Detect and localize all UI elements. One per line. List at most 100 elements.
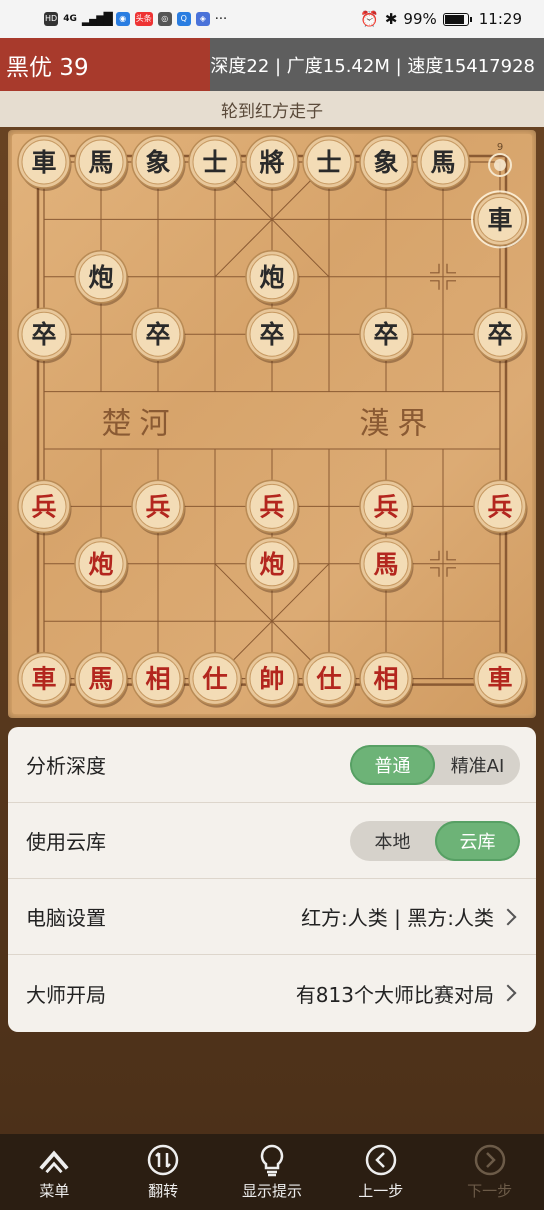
red-piece[interactable]: 車 [473,651,528,708]
computer-settings-row[interactable]: 电脑设置 红方:人类 | 黑方:人类 [8,879,536,955]
next-move-button[interactable]: 下一步 [436,1134,544,1210]
red-piece-label: 馬 [373,550,398,579]
red-piece[interactable]: 馬 [74,651,129,708]
evaluation-score: 黑优 39 [0,38,211,91]
chevron-right-icon [499,984,517,1002]
app-icon: ◈ [195,12,210,26]
computer-settings-text: 红方:人类 | 黑方:人类 [301,906,494,930]
red-piece-label: 相 [145,665,170,694]
black-piece[interactable]: 卒 [473,307,528,364]
previous-move-button[interactable]: 上一步 [327,1134,435,1210]
computer-settings-value: 红方:人类 | 黑方:人类 [301,902,520,931]
analysis-depth-toggle[interactable]: 普通 精准AI [350,744,520,785]
red-piece[interactable]: 馬 [359,537,414,593]
red-piece-label: 兵 [373,492,398,521]
red-piece[interactable]: 兵 [473,479,528,536]
red-piece[interactable]: 車 [17,651,72,708]
red-piece[interactable]: 相 [131,651,186,708]
analysis-depth-label: 分析深度 [26,754,106,778]
hd-icon: HD [44,12,59,26]
chevron-right-icon [499,908,517,925]
more-dots-icon: ··· [214,11,228,27]
battery-icon [442,12,472,26]
red-piece[interactable]: 兵 [245,479,300,536]
menu-button[interactable]: 菜单 [0,1134,108,1210]
black-piece-label: 士 [316,148,341,177]
xiangqi-board[interactable]: 楚河 漢界 9 車馬象士將士象馬車炮炮卒卒卒卒卒兵兵兵兵兵炮炮馬車馬相仕帥仕相車 [8,130,536,718]
black-piece[interactable]: 卒 [17,307,72,364]
cloud-db-toggle[interactable]: 本地 云库 [350,820,520,861]
db-option-local[interactable]: 本地 [350,821,435,861]
red-piece-label: 車 [487,665,512,694]
red-piece[interactable]: 炮 [245,537,300,593]
black-piece-label: 炮 [88,263,113,292]
black-piece[interactable]: 象 [359,135,414,191]
search-stats: 深度22 | 广度15.42M | 速度15417928 [210,38,544,91]
depth-option-precise-ai[interactable]: 精准AI [435,745,520,785]
battery-percent: 99% [403,10,437,28]
red-piece-label: 兵 [259,492,284,521]
4g-signal-icon: 4G [63,14,77,24]
chevron-left-circle-icon [365,1144,397,1176]
red-piece[interactable]: 相 [359,651,414,708]
red-piece[interactable]: 仕 [188,651,243,708]
flip-button[interactable]: 翻转 [109,1134,217,1210]
cloud-db-label: 使用云库 [26,830,106,854]
wechat-icon: ◎ [157,12,172,26]
hint-button[interactable]: 显示提示 [218,1134,326,1210]
black-piece[interactable]: 炮 [245,250,300,306]
red-piece[interactable]: 仕 [302,651,357,708]
master-openings-text: 有813个大师比赛对局 [295,982,494,1007]
toutiao-icon: 头条 [134,12,153,26]
black-piece-label: 象 [373,148,398,177]
menu-chevron-icon [38,1144,70,1176]
black-piece[interactable]: 馬 [74,135,129,191]
red-piece-label: 兵 [487,492,512,521]
black-piece-label: 炮 [259,263,284,292]
black-piece[interactable]: 士 [188,135,243,191]
red-piece-label: 兵 [31,492,56,521]
red-piece[interactable]: 帥 [245,651,300,708]
black-piece[interactable]: 將 [245,135,300,191]
red-piece[interactable]: 炮 [74,537,129,593]
last-move-marker-label: 9 [497,142,503,153]
black-piece[interactable]: 卒 [245,307,300,364]
search-app-icon: Q [176,12,191,26]
system-status-bar: HD 4G ▂▄▆█ ◉ 头条 ◎ Q ◈ ··· ⏰ ✱ 99% 11:29 [0,0,544,38]
menu-label: 菜单 [39,1181,70,1200]
black-piece-label: 馬 [430,148,455,177]
black-piece[interactable]: 卒 [359,307,414,364]
cloud-db-row: 使用云库 本地 云库 [8,803,536,879]
alarm-icon: ⏰ [360,10,379,28]
analysis-settings-panel: 分析深度 普通 精准AI 使用云库 本地 云库 电脑设置 红方:人类 | 黑方:… [8,727,536,1032]
red-piece[interactable]: 兵 [131,479,186,536]
red-piece-label: 炮 [259,550,284,579]
black-piece-label: 車 [31,148,56,177]
analysis-depth-row: 分析深度 普通 精准AI [8,727,536,803]
depth-option-normal[interactable]: 普通 [350,744,435,785]
black-piece[interactable]: 象 [131,135,186,191]
red-piece-label: 炮 [88,550,113,579]
river-label-right: 漢界 [359,406,435,441]
black-piece[interactable]: 車 [17,135,72,191]
flip-icon [147,1144,179,1176]
db-option-cloud[interactable]: 云库 [435,820,520,861]
black-piece-label: 卒 [487,320,512,349]
master-openings-row[interactable]: 大师开局 有813个大师比赛对局 [8,955,536,1031]
black-piece-label: 馬 [88,148,113,177]
board-canvas[interactable]: 楚河 漢界9車馬象士將士象馬車炮 炮卒卒卒卒卒兵兵兵兵兵炮炮馬車馬相仕帥仕相車 [8,130,536,718]
black-piece[interactable]: 馬 [416,135,471,191]
black-piece-label: 象 [145,148,170,177]
previous-move-label: 上一步 [358,1181,404,1200]
chevron-right-circle-icon [474,1144,506,1176]
red-piece-label: 帥 [259,665,284,694]
black-piece[interactable]: 炮 [74,250,129,306]
red-piece-label: 兵 [145,492,170,521]
black-piece[interactable]: 卒 [131,307,186,364]
red-piece-label: 馬 [88,665,113,694]
black-piece[interactable]: 士 [302,135,357,191]
master-openings-label: 大师开局 [26,982,106,1007]
computer-settings-label: 电脑设置 [26,906,106,930]
red-piece[interactable]: 兵 [359,479,414,536]
red-piece[interactable]: 兵 [17,479,72,536]
